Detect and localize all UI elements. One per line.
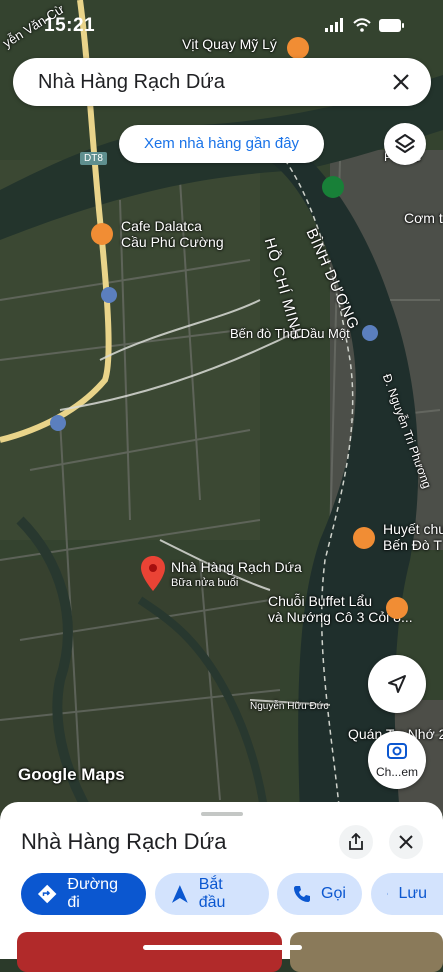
ferry-icon[interactable] <box>362 325 378 341</box>
place-title: Nhà Hàng Rạch Dứa <box>21 829 227 854</box>
poi-label-com[interactable]: Cơm t <box>404 210 443 226</box>
call-button[interactable]: Gọi <box>277 873 362 915</box>
navigation-icon <box>171 885 188 903</box>
place-photo[interactable] <box>17 932 282 972</box>
my-location-button[interactable] <box>368 655 426 713</box>
share-icon <box>349 833 363 850</box>
layers-icon <box>395 134 415 153</box>
wifi-icon <box>353 18 371 32</box>
search-query[interactable]: Nhà Hàng Rạch Dứa <box>38 71 225 94</box>
start-button[interactable]: Bắt đầu <box>155 873 269 915</box>
battery-icon <box>379 19 404 32</box>
layers-button[interactable] <box>384 123 426 165</box>
lens-search-button[interactable]: Ch...em <box>368 731 426 789</box>
cafe-icon[interactable] <box>91 223 113 245</box>
nearby-restaurants-button[interactable]: Xem nhà hàng gần đây <box>119 125 324 163</box>
street-label-nhd: Nguyễn Hữu Đức <box>250 701 329 712</box>
route-shield-dt8: DT8 <box>80 152 107 165</box>
bus-stop-icon[interactable] <box>101 287 117 303</box>
lens-label: Ch...em <box>375 765 418 779</box>
google-maps-logo: Google Maps <box>18 765 125 784</box>
directions-label: Đường đi <box>67 876 118 911</box>
status-bar: 15:21 <box>0 0 443 50</box>
selected-place-pin[interactable] <box>140 556 166 592</box>
save-label: Lưu <box>398 885 427 902</box>
poi-label-cafe[interactable]: Cafe Dalatca Cầu Phú Cường <box>121 218 224 250</box>
search-bar[interactable]: Nhà Hàng Rạch Dứa <box>13 58 431 106</box>
call-label: Gọi <box>321 885 346 902</box>
directions-button[interactable]: Đường đi <box>21 873 146 915</box>
selected-place-label[interactable]: Nhà Hàng Rạch Dứa <box>171 559 302 575</box>
close-sheet-button[interactable] <box>389 825 423 859</box>
cafe-label-line1: Cafe Dalatca <box>121 218 202 234</box>
camera-icon <box>387 743 407 759</box>
phone-icon <box>294 886 310 902</box>
start-label: Bắt đầu <box>198 876 226 911</box>
restaurant-icon[interactable] <box>386 597 408 619</box>
park-icon[interactable] <box>322 176 344 198</box>
poi-label-huyet[interactable]: Huyết chư Bến Đò T <box>383 521 443 553</box>
close-icon[interactable] <box>389 70 413 94</box>
bookmark-icon <box>387 893 389 895</box>
sheet-drag-handle[interactable] <box>201 812 243 816</box>
status-time: 15:21 <box>44 15 96 36</box>
navigation-arrow-icon <box>388 675 406 693</box>
place-photo[interactable] <box>290 932 443 972</box>
close-icon <box>399 835 413 849</box>
cafe-label-line2: Cầu Phú Cường <box>121 234 224 250</box>
signal-icon <box>325 18 343 32</box>
poi-label-ferry[interactable]: Bến đò Thủ Dầu Một <box>230 326 350 341</box>
home-indicator <box>143 945 302 950</box>
share-button[interactable] <box>339 825 373 859</box>
selected-place-category: Bữa nửa buổi <box>171 577 239 589</box>
huyet-label-line1: Huyết chư <box>383 521 443 537</box>
status-icons <box>325 18 405 32</box>
directions-icon <box>37 884 57 904</box>
huyet-label-line2: Bến Đò T <box>383 537 442 553</box>
save-button[interactable]: Lưu <box>371 873 443 915</box>
bus-stop-icon[interactable] <box>50 415 66 431</box>
restaurant-icon[interactable] <box>353 527 375 549</box>
satellite-map[interactable]: yễn Văn Cừ Vịt Quay Mỹ Lý PHÚ C Cơm t DT… <box>0 0 443 815</box>
